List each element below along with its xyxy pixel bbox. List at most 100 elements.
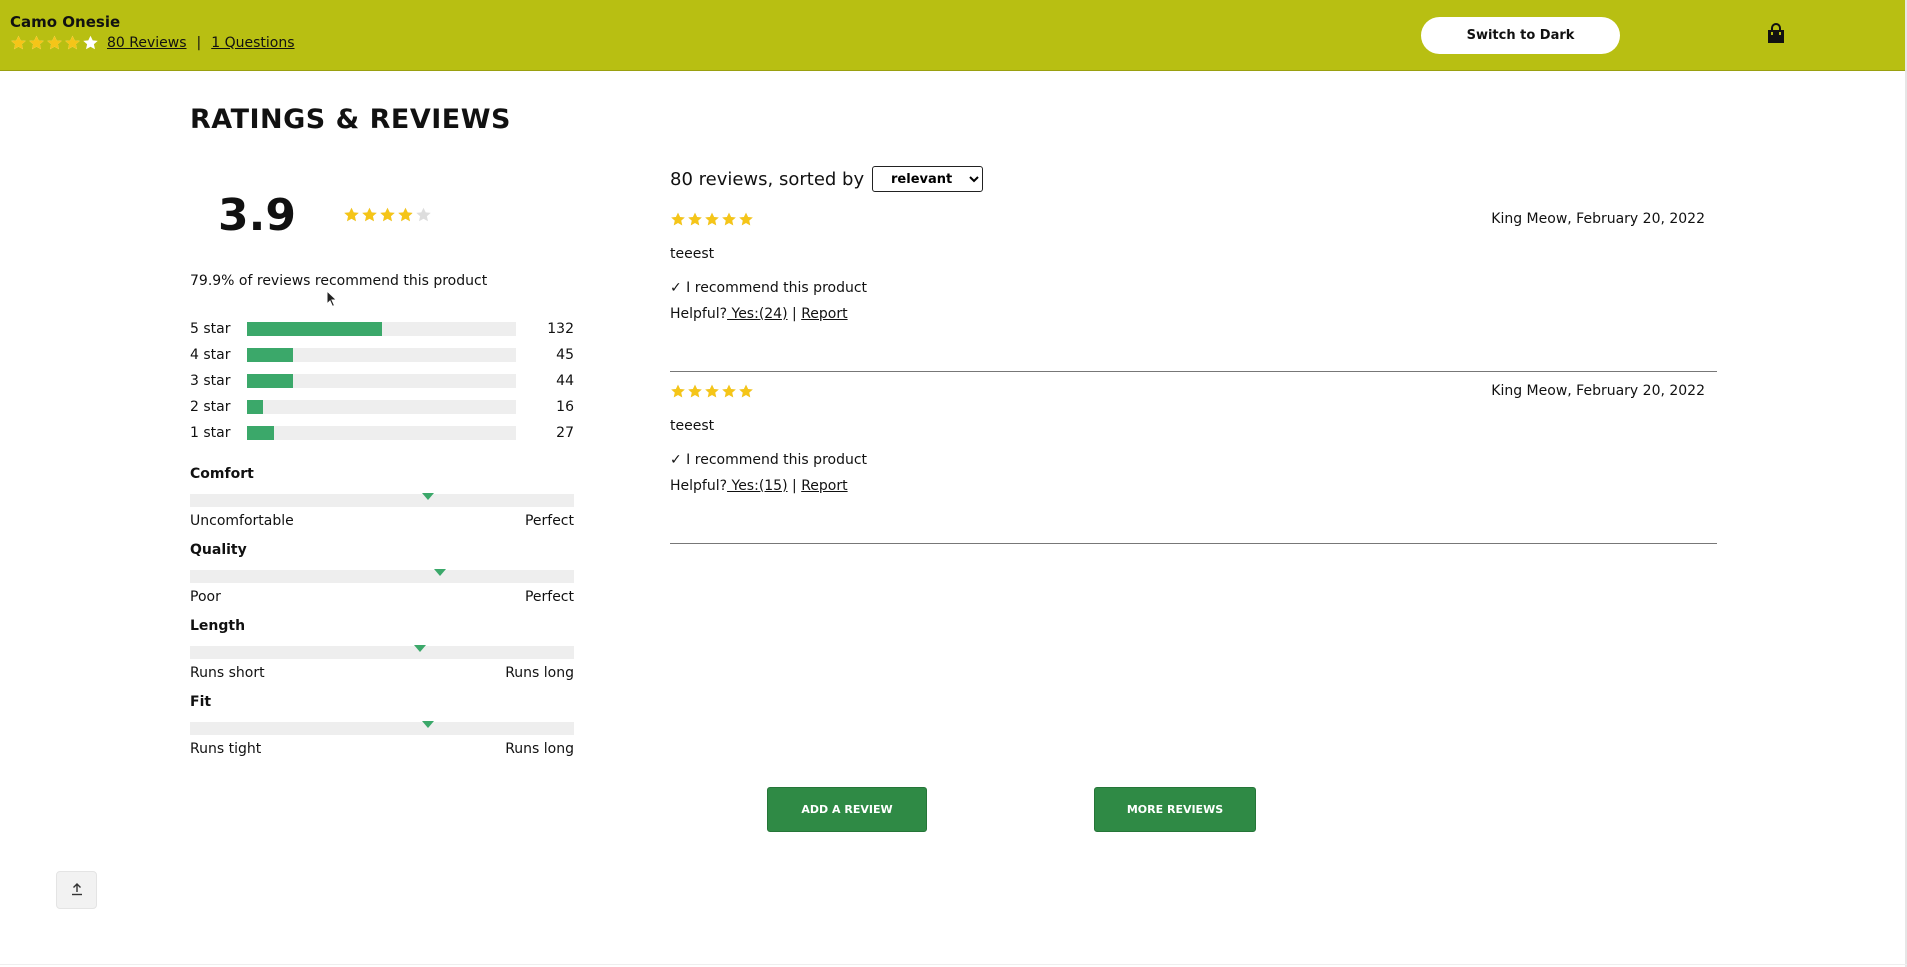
- star-count: 132: [547, 321, 574, 337]
- helpful-divider: |: [792, 306, 797, 322]
- rating-bar-fill: [247, 400, 264, 414]
- star-icon: [415, 206, 432, 223]
- review-list-header: 80 reviews, sorted by relevant: [670, 166, 984, 192]
- star-icon: [397, 206, 414, 223]
- section-title: RATINGS & REVIEWS: [190, 104, 511, 135]
- recommend-percentage: 79.9% of reviews recommend this product: [190, 273, 488, 289]
- characteristic-scale: [190, 493, 574, 507]
- characteristic-name: Quality: [190, 542, 247, 558]
- helpful-yes-link[interactable]: Yes:(15): [727, 478, 787, 494]
- product-title: Camo Onesie: [10, 13, 121, 31]
- star-count: 44: [556, 373, 574, 389]
- star-count: 16: [556, 399, 574, 415]
- star-icon: [379, 206, 396, 223]
- header-meta: 80 Reviews | 1 Questions: [10, 34, 295, 51]
- star-icon: [687, 211, 703, 227]
- triangle-down-icon: [433, 569, 446, 576]
- characteristic-fit: Fit Runs tight Runs long: [190, 694, 574, 757]
- switch-theme-button[interactable]: Switch to Dark: [1421, 17, 1620, 54]
- star-icon: [670, 383, 686, 399]
- star-count: 45: [556, 347, 574, 363]
- review-tile: King Meow, February 20, 2022 teeest ✓ I re…: [670, 200, 1717, 372]
- helpful-yes-link[interactable]: Yes:(24): [727, 306, 787, 322]
- review-recommend: ✓ I recommend this product: [670, 452, 868, 468]
- scale-low-label: Runs tight: [190, 741, 262, 757]
- review-author-date: King Meow, February 20, 2022: [1491, 211, 1705, 227]
- star-icon: [343, 206, 360, 223]
- star-icon: [46, 34, 63, 51]
- page-bottom-divider: [0, 964, 1907, 965]
- star-icon: [738, 383, 754, 399]
- review-tile: King Meow, February 20, 2022 teeest ✓ I re…: [670, 372, 1717, 544]
- review-helpful: Helpful? Yes:(15) | Report: [670, 478, 848, 494]
- review-star-rating: [670, 211, 754, 227]
- rating-breakdown-row[interactable]: 2 star 16: [190, 394, 574, 420]
- average-star-rating: [343, 206, 432, 223]
- review-author-date: King Meow, February 20, 2022: [1491, 383, 1705, 399]
- characteristic-scale: [190, 569, 574, 583]
- star-icon: [721, 211, 737, 227]
- review-helpful: Helpful? Yes:(24) | Report: [670, 306, 848, 322]
- triangle-down-icon: [414, 645, 427, 652]
- review-body: teeest: [670, 246, 715, 262]
- rating-breakdown-row[interactable]: 5 star 132: [190, 316, 574, 342]
- rating-bar-fill: [247, 426, 274, 440]
- questions-link[interactable]: 1 Questions: [211, 35, 294, 51]
- report-link[interactable]: Report: [801, 306, 847, 322]
- scroll-to-top-button[interactable]: [56, 871, 97, 909]
- star-icon: [721, 383, 737, 399]
- characteristic-scale: [190, 645, 574, 659]
- rating-bar-fill: [247, 348, 293, 362]
- star-icon: [361, 206, 378, 223]
- scale-low-label: Poor: [190, 589, 221, 605]
- add-review-button[interactable]: ADD A REVIEW: [767, 787, 927, 832]
- star-icon: [64, 34, 81, 51]
- rating-breakdown-row[interactable]: 4 star 45: [190, 342, 574, 368]
- characteristic-quality: Quality Poor Perfect: [190, 542, 574, 605]
- rating-breakdown-row[interactable]: 1 star 27: [190, 420, 574, 446]
- review-body: teeest: [670, 418, 715, 434]
- star-icon: [670, 211, 686, 227]
- star-level-label: 5 star: [190, 321, 231, 337]
- mouse-cursor-icon: [326, 290, 338, 308]
- rating-bar-fill: [247, 374, 293, 388]
- characteristic-name: Comfort: [190, 466, 254, 482]
- header-star-rating: [10, 34, 99, 51]
- star-icon: [10, 34, 27, 51]
- star-icon: [704, 383, 720, 399]
- product-header: Camo Onesie 80 Reviews | 1 Questions Swi…: [0, 0, 1907, 71]
- report-link[interactable]: Report: [801, 478, 847, 494]
- star-icon: [28, 34, 45, 51]
- characteristic-name: Fit: [190, 694, 212, 710]
- meta-separator: |: [196, 34, 202, 51]
- rating-bar: [247, 426, 516, 440]
- star-level-label: 1 star: [190, 425, 231, 441]
- characteristic-comfort: Comfort Uncomfortable Perfect: [190, 466, 574, 529]
- more-reviews-button[interactable]: MORE REVIEWS: [1094, 787, 1256, 832]
- rating-breakdown-row[interactable]: 3 star 44: [190, 368, 574, 394]
- triangle-down-icon: [422, 721, 435, 728]
- characteristic-length: Length Runs short Runs long: [190, 618, 574, 681]
- characteristic-name: Length: [190, 618, 246, 634]
- star-level-label: 3 star: [190, 373, 231, 389]
- triangle-down-icon: [422, 493, 435, 500]
- review-star-rating: [670, 383, 754, 399]
- scale-high-label: Runs long: [505, 665, 574, 681]
- helpful-divider: |: [792, 478, 797, 494]
- star-level-label: 2 star: [190, 399, 231, 415]
- helpful-label: Helpful?: [670, 306, 728, 322]
- rating-breakdown: 5 star 132 4 star 45 3 star 44 2 star 16 1 star 2…: [190, 316, 574, 446]
- star-icon: [687, 383, 703, 399]
- scale-high-label: Runs long: [505, 741, 574, 757]
- shopping-bag-icon[interactable]: [1766, 23, 1786, 45]
- average-rating: 3.9: [218, 190, 296, 241]
- star-level-label: 4 star: [190, 347, 231, 363]
- scale-high-label: Perfect: [524, 513, 574, 529]
- reviews-link[interactable]: 80 Reviews: [107, 35, 187, 51]
- sort-select[interactable]: relevant: [872, 166, 984, 192]
- rating-bar: [247, 374, 516, 388]
- rating-bar: [247, 348, 516, 362]
- arrow-up-icon: [70, 881, 84, 900]
- star-icon: [738, 211, 754, 227]
- rating-bar-fill: [247, 322, 382, 336]
